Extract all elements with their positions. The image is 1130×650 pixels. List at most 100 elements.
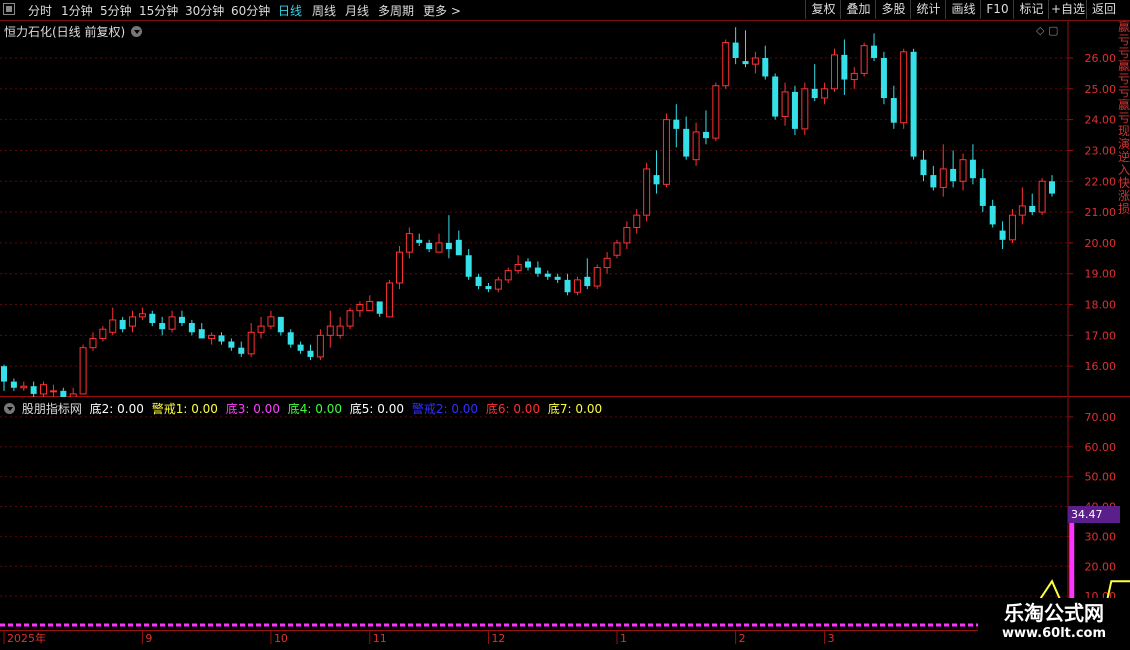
candle-body (573, 279, 581, 293)
indicator-panel[interactable]: 10.0020.0030.0040.0050.0060.0070.00 股朋指标… (0, 398, 1130, 630)
f10-button[interactable]: F10 (980, 0, 1014, 19)
statistics-button[interactable]: 统计 (910, 0, 946, 19)
indicator-chart[interactable]: 10.0020.0030.0040.0050.0060.0070.00 (0, 398, 1130, 630)
candle-body (950, 168, 957, 182)
candle-body (475, 276, 482, 287)
candlestick-chart[interactable]: 16.00 17.00 18.00 19.00 20.00 21.00 22.00 23.00… (0, 21, 1130, 401)
back-button[interactable]: 返回 (1086, 0, 1121, 19)
period-60min[interactable]: 60分钟 (231, 2, 270, 19)
indicator-values: 底2: 0.00 警戒1: 0.00 底3: 0.00 底4: 0.00 底5:… (86, 402, 602, 416)
candle-body (999, 230, 1006, 240)
candle-body (781, 91, 789, 118)
candle-body (613, 242, 621, 256)
indicator-value-1: 警戒1: 0.00 (147, 402, 218, 416)
period-multi[interactable]: 多周期 (378, 2, 414, 19)
candle-body (376, 301, 383, 314)
overlay-button[interactable]: 叠加 (840, 0, 876, 19)
candle-body (890, 98, 897, 123)
y-tick-label: 70.00 (1085, 411, 1117, 424)
candle-body (435, 242, 443, 253)
candle-body (69, 393, 77, 398)
candle-body (603, 257, 611, 269)
candle-body (900, 51, 908, 124)
candle-body (1038, 180, 1046, 213)
candle-body (416, 239, 423, 243)
candle-body (208, 334, 216, 339)
candle-body (801, 88, 809, 130)
candle-body (1029, 205, 1036, 213)
candle-body (653, 175, 660, 185)
period-weekly[interactable]: 周线 (312, 2, 336, 19)
candle-body (930, 175, 937, 188)
candle-body (119, 319, 126, 330)
stock-title: 恒力石化(日线 前复权) (4, 25, 126, 39)
candle-body (178, 316, 185, 324)
y-tick-label: 18.00 (1085, 299, 1117, 312)
period-5min[interactable]: 5分钟 (100, 2, 132, 19)
candle-body (307, 350, 314, 357)
candle-body (554, 276, 561, 280)
candle-body (228, 341, 235, 348)
candle-body (871, 45, 878, 58)
candle-body (623, 226, 631, 244)
candle-body (10, 381, 17, 388)
candle-body (860, 45, 868, 74)
x-tick-label: 9 (145, 632, 152, 645)
candle-body (969, 159, 976, 179)
candle-body (326, 325, 334, 336)
candle-body (89, 337, 97, 349)
y-tick-label: 26.00 (1085, 52, 1117, 65)
x-tick-label: 2025年 (7, 631, 46, 645)
multi-stock-button[interactable]: 多股 (875, 0, 911, 19)
chevron-down-icon[interactable] (131, 26, 143, 37)
candle-body (336, 325, 344, 336)
candle-body (544, 273, 551, 277)
x-tick-label: 3 (828, 632, 835, 645)
x-tick-label: 11 (373, 632, 387, 645)
draw-line-button[interactable]: 画线 (945, 0, 981, 19)
candle-body (584, 276, 591, 287)
period-30min[interactable]: 30分钟 (185, 2, 224, 19)
candle-body (762, 57, 769, 77)
period-1min[interactable]: 1分钟 (61, 2, 93, 19)
candle-body (722, 42, 730, 87)
candle-body (1018, 205, 1026, 216)
period-daily[interactable]: 日线 (278, 2, 302, 19)
period-more[interactable]: 更多 > (423, 2, 461, 19)
indicator-value-4: 底5: 0.00 (345, 402, 405, 416)
add-watchlist-button[interactable]: +自选 (1048, 0, 1087, 19)
candle-body (20, 385, 28, 389)
candle-body (426, 242, 433, 250)
y-tick-label: 19.00 (1085, 268, 1117, 281)
candle-body (238, 347, 245, 354)
candle-body (534, 267, 541, 274)
panel-control-icons[interactable]: ◇ ▢ (1036, 24, 1058, 37)
candle-body (386, 282, 394, 318)
candle-body (692, 131, 700, 161)
period-15min[interactable]: 15分钟 (139, 2, 178, 19)
candle-body (346, 310, 354, 327)
candle-body (287, 332, 294, 345)
mark-button[interactable]: 标记 (1013, 0, 1049, 19)
adjust-button[interactable]: 复权 (805, 0, 841, 19)
main-chart-panel[interactable]: 16.00 17.00 18.00 19.00 20.00 21.00 22.00 23.00… (0, 21, 1130, 401)
watermark-logo: 乐淘公式网 www.60lt.com (978, 598, 1130, 650)
x-tick-label: 10 (274, 632, 288, 645)
indicator-value-2: 底3: 0.00 (221, 402, 280, 416)
period-monthly[interactable]: 月线 (345, 2, 369, 19)
candle-body (910, 51, 917, 157)
y-tick-label: 17.00 (1085, 329, 1117, 342)
menu-icon[interactable] (3, 3, 15, 15)
chevron-down-icon[interactable] (4, 403, 15, 414)
toolbar: 分时 1分钟 5分钟 15分钟 30分钟 60分钟 日线 周线 月线 多周期 更… (0, 0, 1130, 21)
main-chart-title: 恒力石化(日线 前复权) (4, 23, 143, 40)
candle-body (633, 214, 641, 228)
candle-body (247, 331, 255, 355)
candle-body (712, 85, 720, 139)
y-tick-label: 20.00 (1085, 237, 1117, 250)
candle-body (168, 316, 176, 330)
y-tick-label: 16.00 (1085, 360, 1117, 373)
indicator-value-5: 警戒2: 0.00 (408, 402, 479, 416)
candle-body (821, 88, 829, 99)
period-intraday[interactable]: 分时 (28, 2, 52, 19)
